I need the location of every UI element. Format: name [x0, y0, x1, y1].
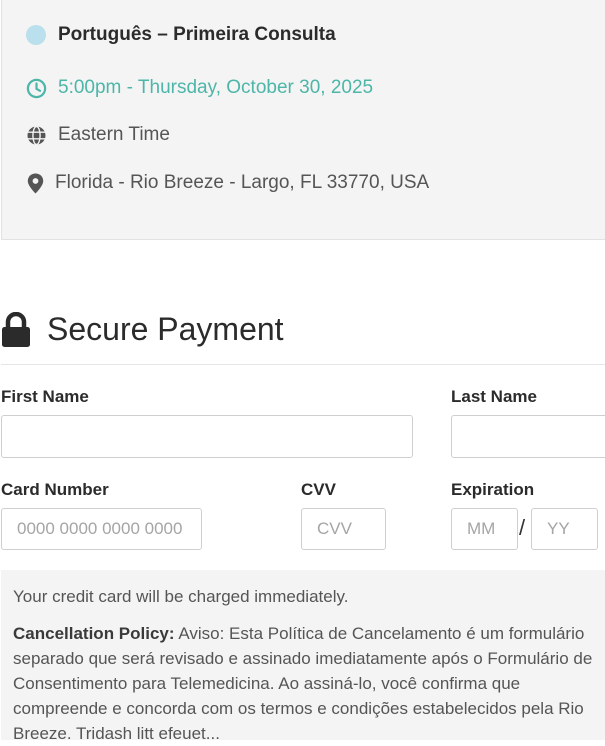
- service-row: Português – Primeira Consulta: [26, 24, 336, 46]
- globe-icon: [26, 125, 47, 146]
- map-pin-icon: [27, 173, 44, 194]
- card-number-label: Card Number: [1, 480, 109, 499]
- policy-label: Cancellation Policy:: [13, 624, 175, 643]
- cvv-input[interactable]: [301, 508, 386, 550]
- appointment-time: 5:00pm - Thursday, October 30, 2025: [58, 77, 374, 98]
- first-name-label: First Name: [1, 387, 89, 406]
- timezone-text: Eastern Time: [58, 124, 170, 145]
- cvv-label: CVV: [301, 480, 336, 499]
- cancellation-policy: Cancellation Policy: Aviso: Esta Polític…: [13, 621, 599, 746]
- time-row: 5:00pm - Thursday, October 30, 2025: [26, 77, 373, 99]
- clock-icon: [26, 78, 47, 99]
- location-text: Florida - Rio Breeze - Largo, FL 33770, …: [55, 172, 430, 193]
- section-divider: [1, 364, 605, 365]
- timezone-row: Eastern Time: [26, 124, 170, 146]
- first-name-input[interactable]: [1, 415, 413, 458]
- expiry-month-input[interactable]: [451, 508, 518, 550]
- last-name-input[interactable]: [451, 415, 605, 458]
- card-number-input[interactable]: [1, 508, 202, 550]
- secure-payment-header: Secure Payment: [1, 311, 284, 348]
- service-color-dot: [26, 25, 46, 45]
- service-title: Português – Primeira Consulta: [58, 24, 336, 45]
- charge-notice: Your credit card will be charged immedia…: [13, 587, 349, 606]
- page-title: Secure Payment: [47, 311, 284, 347]
- last-name-label: Last Name: [451, 387, 537, 406]
- payment-notice: Your credit card will be charged immedia…: [1, 570, 605, 743]
- expiry-separator: /: [519, 515, 526, 540]
- appointment-summary: Português – Primeira Consulta 5:00pm - T…: [1, 0, 605, 240]
- expiry-year-input[interactable]: [531, 508, 598, 550]
- expiration-label: Expiration: [451, 480, 535, 499]
- lock-icon: [1, 311, 31, 348]
- location-row: Florida - Rio Breeze - Largo, FL 33770, …: [27, 172, 429, 194]
